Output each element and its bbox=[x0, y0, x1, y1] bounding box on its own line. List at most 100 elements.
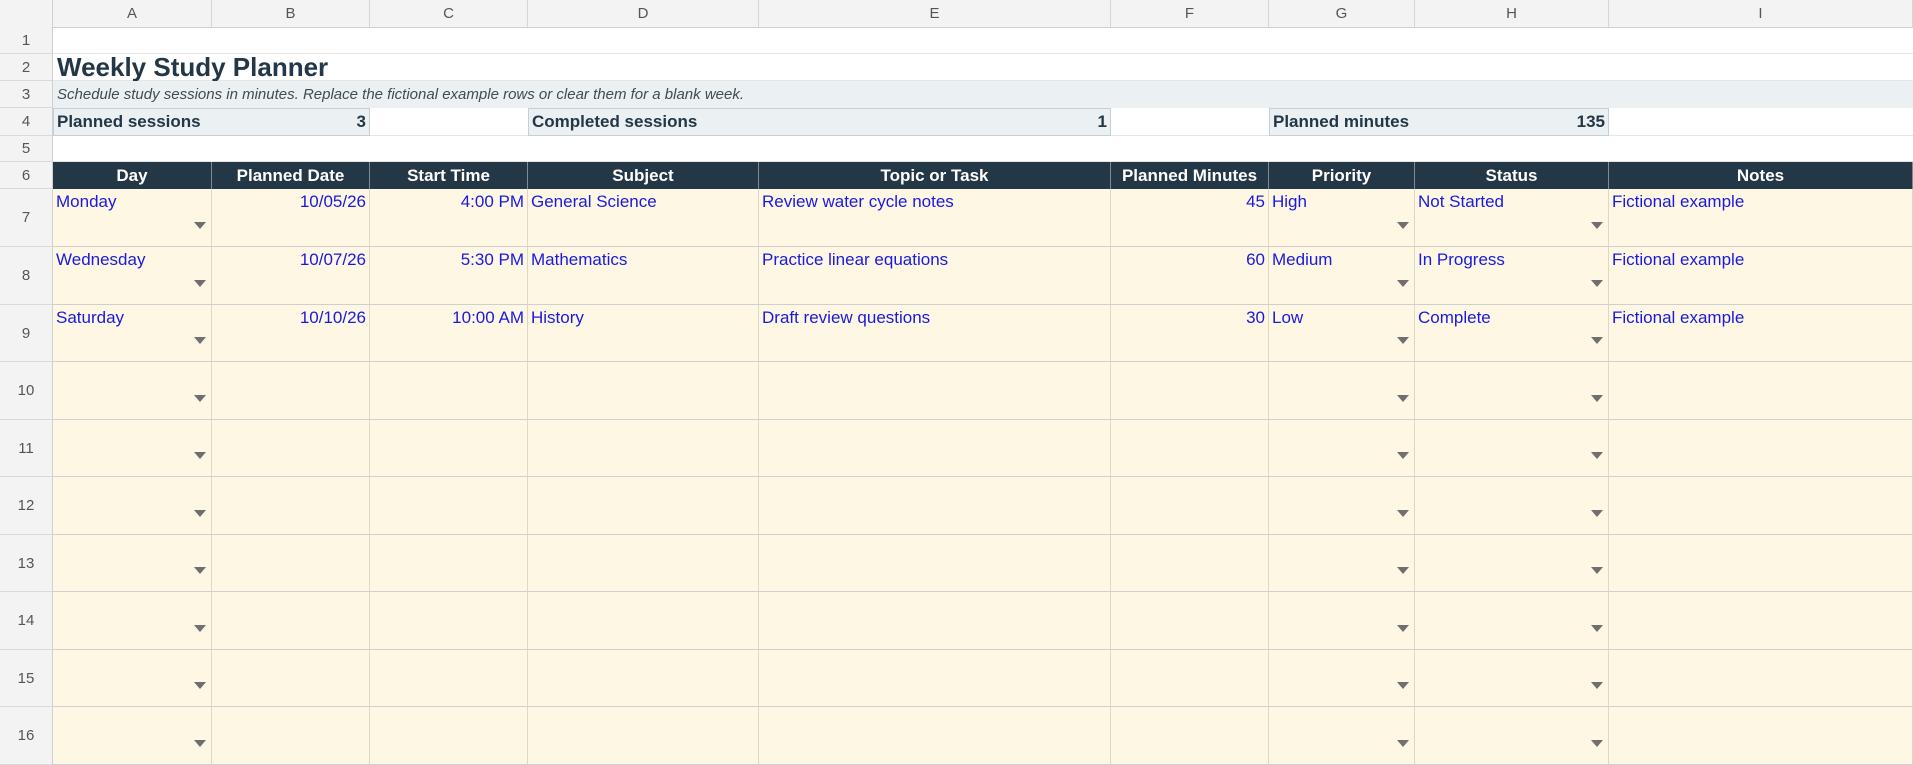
dropdown-arrow-icon[interactable] bbox=[1591, 222, 1603, 229]
header-planned-date[interactable]: Planned Date bbox=[212, 162, 370, 189]
cell-priority[interactable] bbox=[1269, 477, 1415, 535]
cell-start-time[interactable]: 10:00 AM bbox=[370, 305, 528, 362]
cell-planned-minutes[interactable] bbox=[1111, 592, 1269, 650]
dropdown-arrow-icon[interactable] bbox=[1397, 395, 1409, 402]
cell-planned-date[interactable]: 10/05/26 bbox=[212, 189, 370, 247]
header-status[interactable]: Status bbox=[1415, 162, 1609, 189]
row-header-8[interactable]: 8 bbox=[0, 247, 53, 305]
dropdown-arrow-icon[interactable] bbox=[1591, 395, 1603, 402]
cell-topic-or-task[interactable]: Draft review questions bbox=[759, 305, 1111, 362]
completed-sessions-summary[interactable]: Completed sessions 1 bbox=[528, 108, 1111, 136]
cell-start-time[interactable]: 5:30 PM bbox=[370, 247, 528, 305]
header-day[interactable]: Day bbox=[53, 162, 212, 189]
cell-start-time[interactable] bbox=[370, 650, 528, 707]
cell-topic-or-task[interactable] bbox=[759, 477, 1111, 535]
row-header-11[interactable]: 11 bbox=[0, 420, 53, 477]
row-header-9[interactable]: 9 bbox=[0, 305, 53, 362]
dropdown-arrow-icon[interactable] bbox=[1591, 280, 1603, 287]
cell-day[interactable] bbox=[53, 420, 212, 477]
cell-status[interactable] bbox=[1415, 650, 1609, 707]
cell-status[interactable] bbox=[1415, 592, 1609, 650]
row-header-1[interactable]: 1 bbox=[0, 27, 53, 54]
header-notes[interactable]: Notes bbox=[1609, 162, 1913, 189]
cell-status[interactable]: In Progress bbox=[1415, 247, 1609, 305]
column-header-a[interactable]: A bbox=[53, 0, 212, 27]
dropdown-arrow-icon[interactable] bbox=[1397, 510, 1409, 517]
cell-start-time[interactable] bbox=[370, 362, 528, 420]
dropdown-arrow-icon[interactable] bbox=[194, 740, 206, 747]
cell-start-time[interactable] bbox=[370, 420, 528, 477]
cell-priority[interactable] bbox=[1269, 592, 1415, 650]
cell-topic-or-task[interactable] bbox=[759, 535, 1111, 592]
cell-day[interactable] bbox=[53, 592, 212, 650]
cell-status[interactable] bbox=[1415, 707, 1609, 765]
cell-subject[interactable]: Mathematics bbox=[528, 247, 759, 305]
cell-day[interactable] bbox=[53, 650, 212, 707]
dropdown-arrow-icon[interactable] bbox=[194, 222, 206, 229]
column-header-d[interactable]: D bbox=[528, 0, 759, 27]
planned-sessions-summary[interactable]: Planned sessions 3 bbox=[53, 108, 370, 136]
dropdown-arrow-icon[interactable] bbox=[1591, 337, 1603, 344]
cell-priority[interactable]: Medium bbox=[1269, 247, 1415, 305]
cell-topic-or-task[interactable]: Review water cycle notes bbox=[759, 189, 1111, 247]
cell-status[interactable] bbox=[1415, 535, 1609, 592]
dropdown-arrow-icon[interactable] bbox=[194, 567, 206, 574]
row-header-3[interactable]: 3 bbox=[0, 81, 53, 108]
cell-planned-date[interactable]: 10/10/26 bbox=[212, 305, 370, 362]
row-header-2[interactable]: 2 bbox=[0, 54, 53, 81]
dropdown-arrow-icon[interactable] bbox=[194, 625, 206, 632]
planned-minutes-summary[interactable]: Planned minutes 135 bbox=[1269, 108, 1609, 136]
dropdown-arrow-icon[interactable] bbox=[194, 682, 206, 689]
cell-notes[interactable] bbox=[1609, 420, 1913, 477]
cell-status[interactable]: Complete bbox=[1415, 305, 1609, 362]
cell-subject[interactable] bbox=[528, 592, 759, 650]
cell-start-time[interactable] bbox=[370, 535, 528, 592]
cell-priority[interactable] bbox=[1269, 420, 1415, 477]
row-header-15[interactable]: 15 bbox=[0, 650, 53, 707]
dropdown-arrow-icon[interactable] bbox=[1397, 567, 1409, 574]
cell-subject[interactable] bbox=[528, 707, 759, 765]
cell-subject[interactable] bbox=[528, 535, 759, 592]
row-header-14[interactable]: 14 bbox=[0, 592, 53, 650]
dropdown-arrow-icon[interactable] bbox=[1591, 567, 1603, 574]
cell-topic-or-task[interactable] bbox=[759, 592, 1111, 650]
header-planned-minutes[interactable]: Planned Minutes bbox=[1111, 162, 1269, 189]
cell-day[interactable] bbox=[53, 535, 212, 592]
dropdown-arrow-icon[interactable] bbox=[194, 510, 206, 517]
dropdown-arrow-icon[interactable] bbox=[1397, 452, 1409, 459]
dropdown-arrow-icon[interactable] bbox=[1397, 682, 1409, 689]
cell-planned-date[interactable] bbox=[212, 535, 370, 592]
cell-notes[interactable] bbox=[1609, 535, 1913, 592]
cell-status[interactable]: Not Started bbox=[1415, 189, 1609, 247]
header-subject[interactable]: Subject bbox=[528, 162, 759, 189]
cell-priority[interactable] bbox=[1269, 707, 1415, 765]
cell-day[interactable] bbox=[53, 477, 212, 535]
dropdown-arrow-icon[interactable] bbox=[194, 280, 206, 287]
cell-notes[interactable]: Fictional example bbox=[1609, 247, 1913, 305]
cell-planned-date[interactable] bbox=[212, 420, 370, 477]
dropdown-arrow-icon[interactable] bbox=[1591, 510, 1603, 517]
cell-day[interactable]: Monday bbox=[53, 189, 212, 247]
header-priority[interactable]: Priority bbox=[1269, 162, 1415, 189]
column-header-b[interactable]: B bbox=[212, 0, 370, 27]
dropdown-arrow-icon[interactable] bbox=[194, 337, 206, 344]
cell-planned-date[interactable] bbox=[212, 707, 370, 765]
row-header-5[interactable]: 5 bbox=[0, 136, 53, 162]
cell-planned-minutes[interactable]: 60 bbox=[1111, 247, 1269, 305]
cell-topic-or-task[interactable] bbox=[759, 420, 1111, 477]
cell-topic-or-task[interactable] bbox=[759, 707, 1111, 765]
row-header-4[interactable]: 4 bbox=[0, 108, 53, 136]
cell-priority[interactable]: High bbox=[1269, 189, 1415, 247]
cell-subject[interactable] bbox=[528, 420, 759, 477]
cell-subject[interactable]: History bbox=[528, 305, 759, 362]
cell-priority[interactable] bbox=[1269, 650, 1415, 707]
cell-day[interactable] bbox=[53, 707, 212, 765]
cell-start-time[interactable] bbox=[370, 592, 528, 650]
cell-planned-minutes[interactable]: 30 bbox=[1111, 305, 1269, 362]
header-topic-or-task[interactable]: Topic or Task bbox=[759, 162, 1111, 189]
row-header-12[interactable]: 12 bbox=[0, 477, 53, 535]
dropdown-arrow-icon[interactable] bbox=[1397, 740, 1409, 747]
row-header-7[interactable]: 7 bbox=[0, 189, 53, 247]
cell-planned-date[interactable]: 10/07/26 bbox=[212, 247, 370, 305]
dropdown-arrow-icon[interactable] bbox=[1397, 337, 1409, 344]
